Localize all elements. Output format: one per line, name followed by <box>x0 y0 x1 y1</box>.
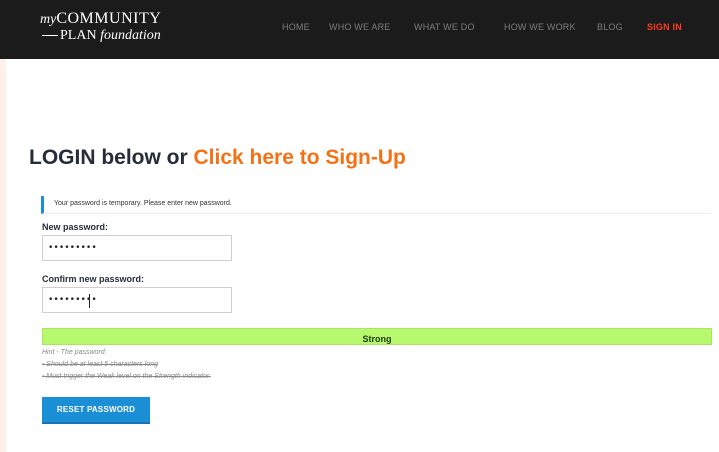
nav-home[interactable]: HOME <box>282 22 310 32</box>
left-edge-strip <box>0 0 6 452</box>
logo-dash <box>42 35 58 37</box>
login-heading-text: LOGIN below or <box>29 146 194 169</box>
new-password-label: New password: <box>42 222 109 232</box>
nav-who-we-are[interactable]: WHO WE ARE <box>329 22 391 32</box>
hint-title: Hint - The password: <box>42 349 107 356</box>
new-password-field[interactable] <box>42 235 232 261</box>
top-navbar: myCOMMUNITY PLAN foundation HOME WHO WE … <box>0 0 719 59</box>
nav-what-we-do[interactable]: WHAT WE DO <box>414 22 475 32</box>
logo-line-2: PLAN foundation <box>42 28 161 44</box>
logo-prefix: my <box>40 12 57 27</box>
site-logo[interactable]: myCOMMUNITY PLAN foundation <box>40 11 161 44</box>
logo-plan: PLAN <box>60 28 97 43</box>
nav-how-we-work[interactable]: HOW WE WORK <box>504 22 576 32</box>
strength-label: Strong <box>362 334 392 344</box>
logo-foundation: foundation <box>100 28 161 43</box>
text-caret <box>89 294 90 308</box>
signup-link[interactable]: Click here to Sign-Up <box>194 146 406 169</box>
hint-item: - Should be at least 5 characters long <box>42 361 158 368</box>
nav-sign-in[interactable]: SIGN IN <box>647 22 682 32</box>
temporary-password-notice: Your password is temporary. Please enter… <box>41 196 711 214</box>
reset-password-button[interactable]: RESET PASSWORD <box>42 397 150 424</box>
notice-text: Your password is temporary. Please enter… <box>54 200 232 207</box>
hint-item: - Must trigger the Weak level on the Str… <box>42 373 211 380</box>
nav-blog[interactable]: BLOG <box>597 22 623 32</box>
login-heading: LOGIN below or Click here to Sign-Up <box>29 146 406 170</box>
confirm-password-field[interactable] <box>42 287 232 313</box>
logo-line-1: myCOMMUNITY <box>40 11 161 28</box>
password-strength-indicator: Strong <box>42 328 712 345</box>
logo-community: COMMUNITY <box>56 10 162 27</box>
confirm-password-label: Confirm new password: <box>42 274 145 284</box>
